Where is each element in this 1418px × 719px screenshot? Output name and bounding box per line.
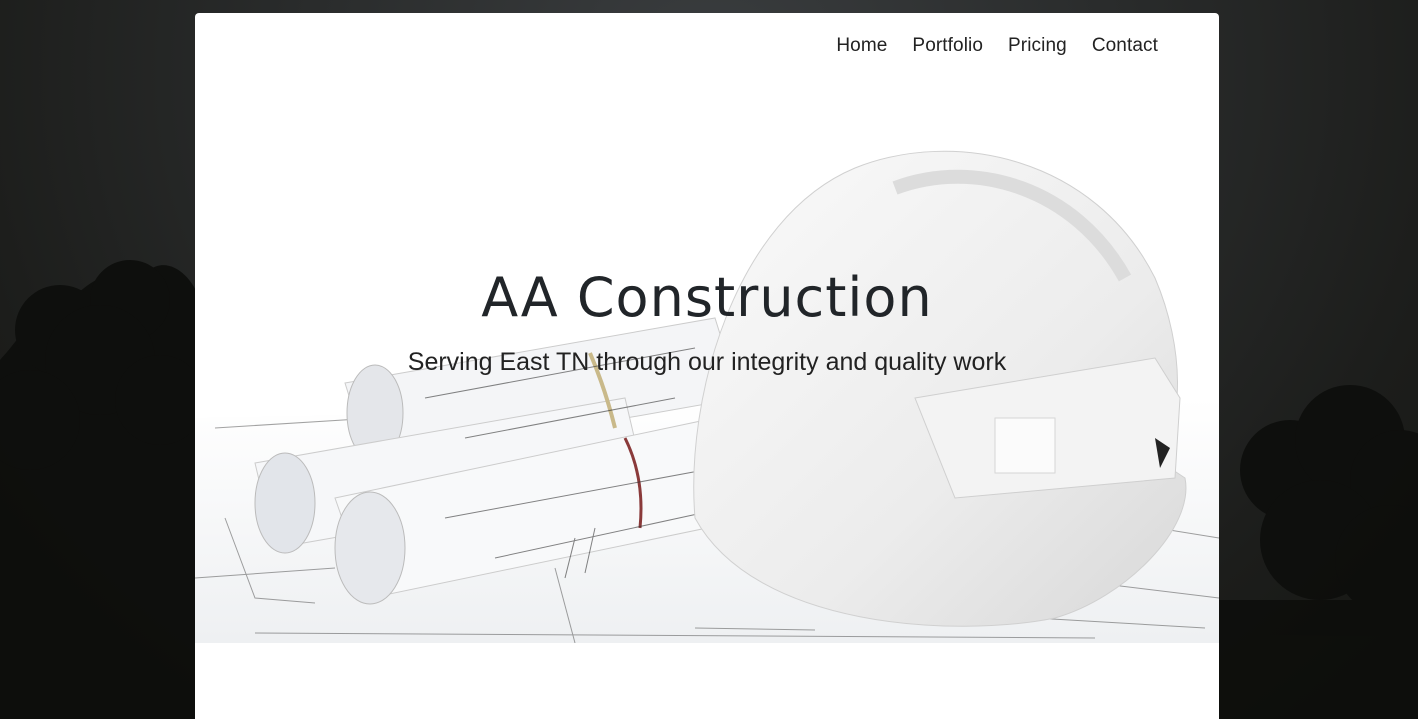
page-card: Home Portfolio Pricing Contact AA Constr… bbox=[195, 13, 1219, 719]
hero-section: AA Construction Serving East TN through … bbox=[195, 98, 1219, 643]
nav-portfolio-link[interactable]: Portfolio bbox=[912, 35, 983, 57]
nav-pricing-link[interactable]: Pricing bbox=[1008, 35, 1067, 57]
hero-subtitle: Serving East TN through our integrity an… bbox=[407, 348, 1007, 376]
hero-title: AA Construction bbox=[481, 266, 933, 329]
nav-contact-link[interactable]: Contact bbox=[1092, 35, 1158, 57]
main-nav: Home Portfolio Pricing Contact bbox=[836, 35, 1158, 57]
nav-home-link[interactable]: Home bbox=[836, 35, 887, 57]
